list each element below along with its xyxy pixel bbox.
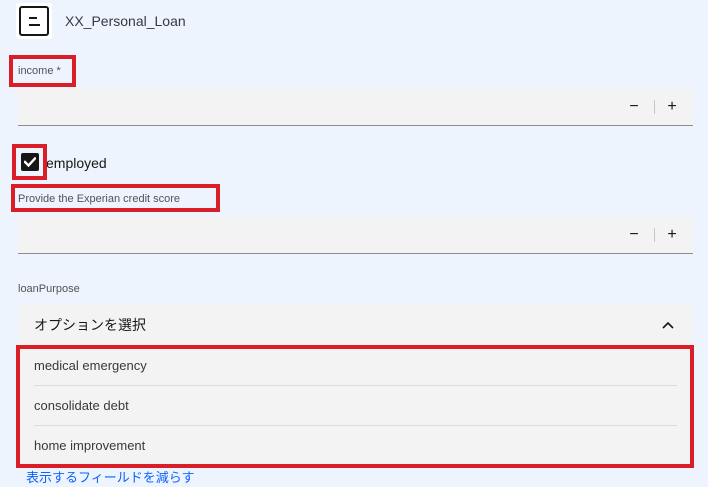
loan-purpose-placeholder: オプションを選択 — [34, 317, 146, 333]
chevron-up-icon — [662, 321, 674, 329]
loan-purpose-select[interactable]: オプションを選択 — [18, 305, 693, 345]
employed-label: employed — [46, 155, 107, 171]
employed-checkbox-highlight — [12, 144, 47, 180]
loan-purpose-label: loanPurpose — [18, 283, 80, 295]
income-increment-button[interactable]: + — [653, 88, 691, 125]
form-header: XX_Personal_Loan — [16, 2, 186, 40]
credit-score-label-highlight — [11, 184, 220, 212]
credit-score-increment-button[interactable]: + — [653, 216, 691, 253]
income-input[interactable]: − + — [18, 88, 693, 126]
income-label-highlight — [9, 55, 76, 87]
credit-score-input[interactable]: − + — [18, 216, 693, 254]
show-fewer-fields-link[interactable]: 表示するフィールドを減らす — [26, 467, 194, 486]
form-icon — [16, 3, 52, 39]
income-decrement-button[interactable]: − — [615, 88, 653, 125]
options-menu-highlight — [16, 345, 694, 468]
credit-score-decrement-button[interactable]: − — [615, 216, 653, 253]
form-title: XX_Personal_Loan — [65, 13, 186, 29]
form-page: XX_Personal_Loan income * − + employed P… — [0, 0, 708, 487]
